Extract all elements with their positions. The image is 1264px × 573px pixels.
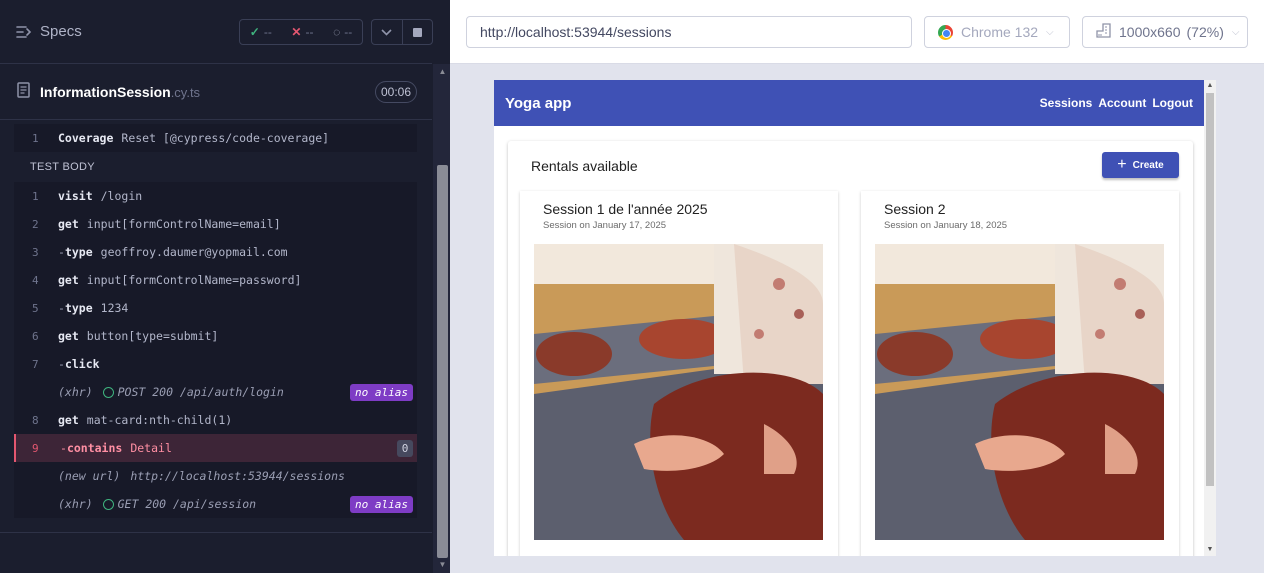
pending-stat: ◌ -- [333,25,353,39]
specs-label: Specs [40,23,82,40]
session-date: Session on January 17, 2025 [543,220,667,231]
session-date: Session on January 18, 2025 [884,220,1008,231]
yoga-photo [875,244,1164,540]
test-stats: ✓ -- ✕ -- ◌ -- [239,19,363,45]
session-card[interactable]: Session 1 de l'année 2025 Session on Jan… [520,191,838,556]
ruler-icon [1096,23,1111,41]
browser-selector[interactable]: Chrome 132 ⌵ [924,16,1070,48]
status-circle-icon [102,498,114,510]
new-url-row[interactable]: (new url) http://localhost:53944/session… [14,462,417,490]
alias-badge: no alias [350,384,413,401]
stop-icon [412,27,422,37]
scrollbar-thumb[interactable] [437,165,448,558]
create-button[interactable]: + Create [1102,152,1179,178]
command-row[interactable]: 1 visit/login [14,182,417,210]
command-row[interactable]: 4 get input[formControlName=password] [14,266,417,294]
app-title: Yoga app [505,95,572,112]
status-circle-icon [102,386,114,398]
spec-file-header: InformationSession.cy.ts 00:06 [0,64,432,120]
session-title: Session 2 [884,201,946,217]
check-icon: ✓ [249,25,260,39]
yoga-photo [534,244,823,540]
command-row[interactable]: 5- type 1234 [14,294,417,322]
nav-sessions[interactable]: Sessions [1040,96,1093,110]
spec-filename[interactable]: InformationSession.cy.ts [40,84,200,100]
failed-stat: ✕ -- [291,25,314,39]
list-title: Rentals available [531,158,638,174]
xhr-row[interactable]: (xhr) GET 200 /api/session no alias [14,490,417,518]
specs-list-icon [16,25,32,39]
scroll-down-icon[interactable]: ▼ [437,560,448,570]
failing-command-row[interactable]: 9 - contains Detail 0 [14,434,417,462]
app-under-test: Yoga app Sessions Account Logout Rentals… [494,80,1216,556]
app-nav: Sessions Account Logout [1040,96,1193,110]
app-toolbar: Yoga app Sessions Account Logout [494,80,1204,126]
session-image [875,244,1164,540]
command-row[interactable]: 8 get mat-card:nth-child(1) [14,406,417,434]
session-title: Session 1 de l'année 2025 [543,201,708,217]
x-icon: ✕ [291,25,302,39]
command-row[interactable]: 7- click [14,350,417,378]
session-card[interactable]: Session 2 Session on January 18, 2025 [861,191,1179,556]
nav-logout[interactable]: Logout [1152,96,1193,110]
divider [0,532,432,533]
command-row[interactable]: 3- type geoffroy.daumer@yopmail.com [14,238,417,266]
nav-account[interactable]: Account [1098,96,1146,110]
chrome-icon [938,24,953,40]
scroll-up-icon[interactable]: ▲ [1206,82,1214,89]
chevron-down-button[interactable] [372,20,402,44]
cypress-app: Specs ✓ -- ✕ -- ◌ -- InformationSession.cy.… [0,0,1264,573]
sessions-list-card: Rentals available + Create Session 1 de … [508,141,1193,556]
pending-icon: ◌ [333,25,341,39]
runner-header: Specs ✓ -- ✕ -- ◌ -- [0,0,433,64]
scroll-down-icon[interactable]: ▼ [1206,546,1214,553]
plus-icon: + [1117,156,1127,173]
duration-badge: 00:06 [375,81,417,103]
chevron-down-icon: ⌵ [1046,26,1054,38]
runner-controls [371,19,433,45]
scroll-up-icon[interactable]: ▲ [437,67,448,77]
stop-button[interactable] [401,20,432,44]
xhr-row[interactable]: (xhr) POST 200 /api/auth/login no alias [14,378,417,406]
browser-toolbar: http://localhost:53944/sessions Chrome 1… [450,0,1264,64]
document-icon [17,82,30,103]
chevron-down-icon: ⌵ [1231,26,1240,38]
alias-badge: no alias [350,496,413,513]
command-row[interactable]: 6 get button[type=submit] [14,322,417,350]
match-count-badge: 0 [397,440,413,457]
viewport-selector[interactable]: 1000x660 (72%) ⌵ [1082,16,1248,48]
browser-panel: http://localhost:53944/sessions Chrome 1… [450,0,1264,573]
command-row[interactable]: 2 get input[formControlName=email] [14,210,417,238]
test-body-label: TEST BODY [14,152,417,182]
scrollbar-thumb[interactable] [1206,93,1214,486]
url-bar[interactable]: http://localhost:53944/sessions [466,16,912,48]
command-log-panel: Specs ✓ -- ✕ -- ◌ -- InformationSession.cy.… [0,0,450,573]
hook-row[interactable]: 1 Coverage Reset [@cypress/code-coverage… [14,124,417,152]
chevron-down-icon [381,28,393,36]
command-list: 1 Coverage Reset [@cypress/code-coverage… [14,124,417,518]
passed-stat: ✓ -- [249,25,272,39]
session-image [534,244,823,540]
specs-toggle[interactable]: Specs [16,23,82,40]
